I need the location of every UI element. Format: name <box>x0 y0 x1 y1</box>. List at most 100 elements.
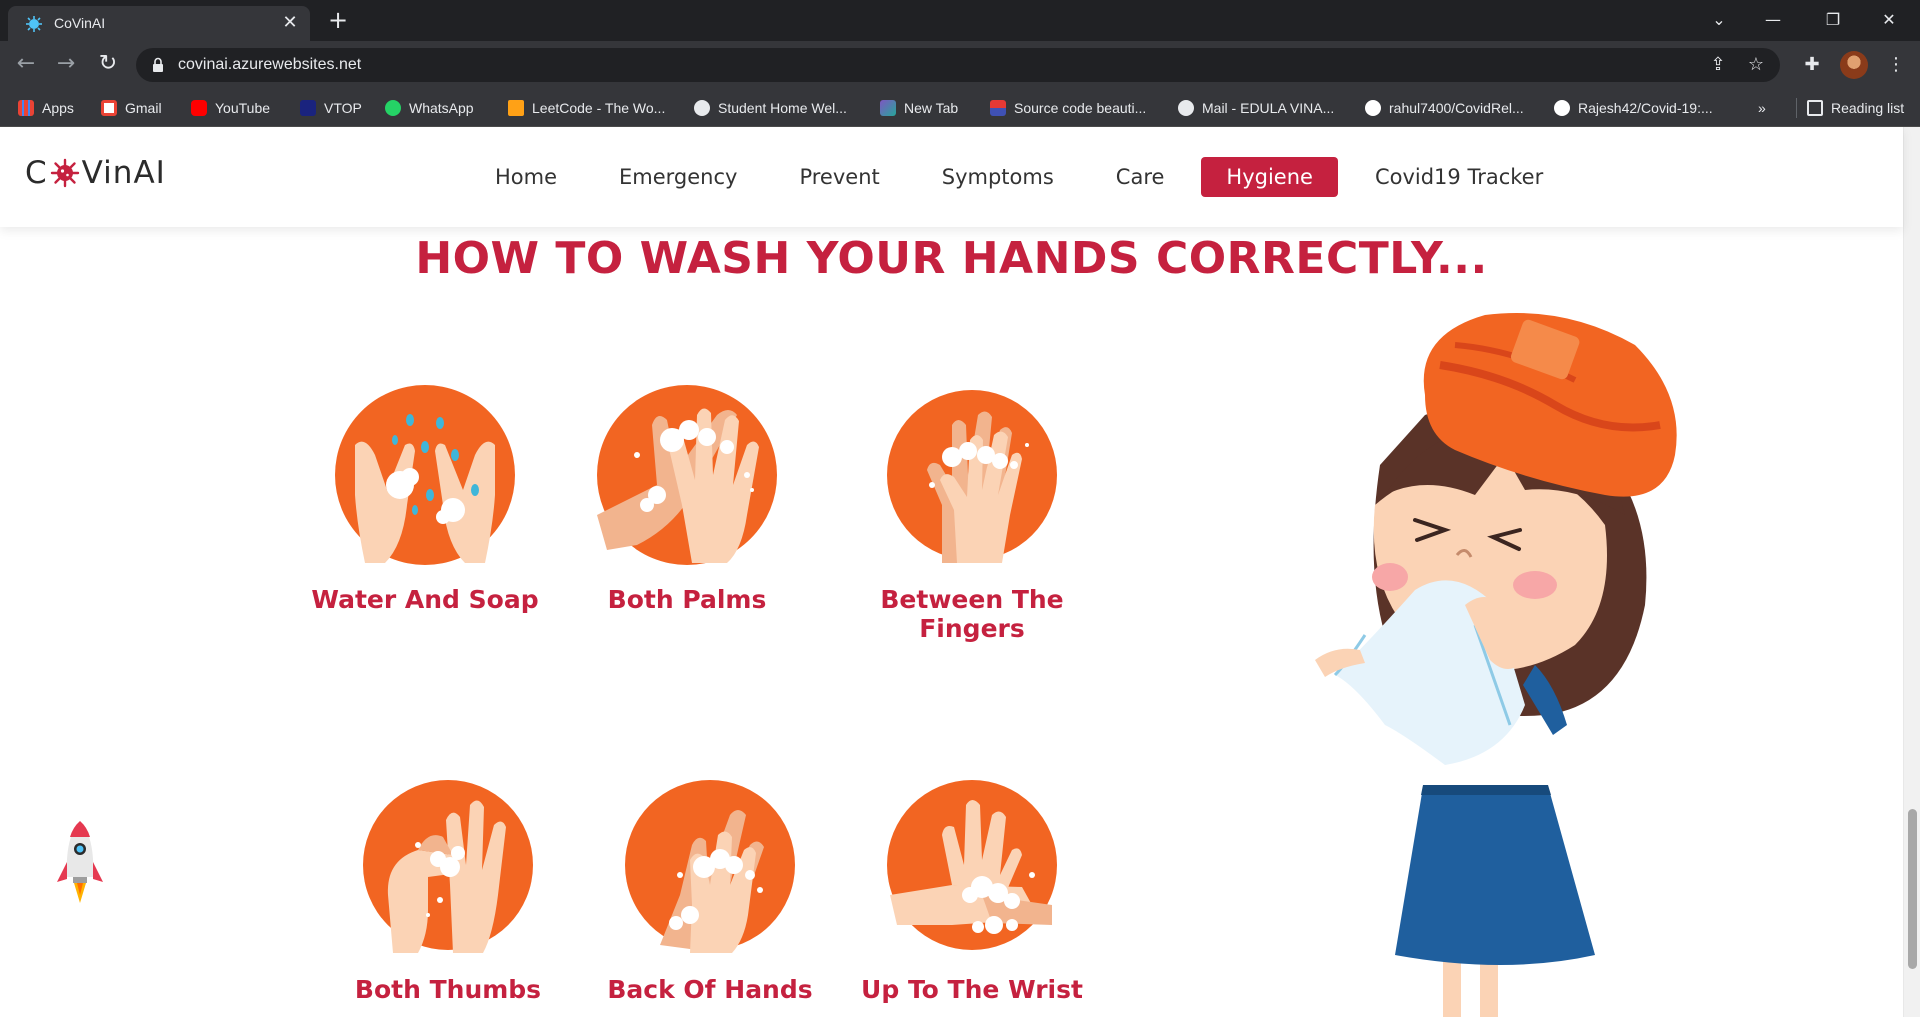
page-scrollbar[interactable] <box>1903 127 1920 1017</box>
bookmark-apps[interactable]: Apps <box>18 98 74 118</box>
bookmark-label: Source code beauti... <box>1014 100 1147 116</box>
tab-title: CoVinAI <box>54 15 106 31</box>
step-both-thumbs: Both Thumbs <box>318 775 578 1004</box>
bookmark-label: rahul7400/CovidRel... <box>1389 100 1524 116</box>
bookmarks-overflow-button[interactable]: » <box>1758 98 1766 118</box>
site-logo[interactable]: C VinAI <box>25 155 166 191</box>
page-headline: HOW TO WASH YOUR HANDS CORRECTLY... <box>415 233 1488 284</box>
browser-tab[interactable]: CoVinAI ✕ <box>8 6 310 41</box>
lock-icon <box>153 57 163 72</box>
nav-symptoms[interactable]: Symptoms <box>917 157 1079 197</box>
bookmark-new-tab[interactable]: New Tab <box>880 98 958 118</box>
forward-icon[interactable]: → <box>54 53 78 77</box>
whatsapp-icon <box>385 100 401 116</box>
back-icon[interactable]: ← <box>14 53 38 77</box>
bookmark-vtop[interactable]: VTOP <box>300 98 362 118</box>
bookmark-label: Rajesh42/Covid-19:... <box>1578 100 1713 116</box>
nav-covid19-tracker[interactable]: Covid19 Tracker <box>1350 157 1568 197</box>
step-label: Back Of Hands <box>607 975 813 1004</box>
nav-emergency[interactable]: Emergency <box>594 157 762 197</box>
both-thumbs-icon <box>363 780 533 953</box>
tab-close-icon[interactable]: ✕ <box>280 13 300 33</box>
nav-hygiene[interactable]: Hygiene <box>1201 157 1338 197</box>
bookmark-leetcode[interactable]: LeetCode - The Wo... <box>508 98 665 118</box>
step-label: Both Palms <box>607 585 767 614</box>
bookmark-label: VTOP <box>324 100 362 116</box>
address-bar[interactable]: covinai.azurewebsites.net ⇪ ☆ <box>136 48 1780 82</box>
bookmark-label: LeetCode - The Wo... <box>532 100 666 116</box>
globe-icon <box>1178 100 1194 116</box>
step-label: Both Thumbs <box>354 975 542 1004</box>
bookmark-label: Apps <box>42 100 74 116</box>
page-viewport: C VinAI Home Emergency Prevent Symptoms … <box>0 127 1920 1017</box>
youtube-icon <box>191 100 207 116</box>
bookmark-mail-edula[interactable]: Mail - EDULA VINA... <box>1178 98 1334 118</box>
bookmark-rajesh42[interactable]: Rajesh42/Covid-19:... <box>1554 98 1713 118</box>
vtop-icon <box>300 100 316 116</box>
scrollbar-thumb[interactable] <box>1908 809 1917 969</box>
browser-tab-bar: CoVinAI ✕ + ⌄ — ❐ ✕ <box>0 0 1920 41</box>
bookmark-gmail[interactable]: Gmail <box>101 98 162 118</box>
bookmark-whatsapp[interactable]: WhatsApp <box>385 98 474 118</box>
nav-home[interactable]: Home <box>470 157 582 197</box>
leetcode-icon <box>508 100 524 116</box>
reload-icon[interactable]: ↻ <box>96 53 120 77</box>
reading-list-label: Reading list <box>1831 100 1905 116</box>
bookmark-label: WhatsApp <box>409 100 474 116</box>
bookmark-label: Gmail <box>125 100 162 116</box>
gmail-icon <box>101 100 117 116</box>
extensions-icon[interactable]: ✚ <box>1800 53 1824 77</box>
reading-list-icon <box>1807 100 1823 116</box>
browser-toolbar: ← → ↻ covinai.azurewebsites.net ⇪ ☆ ✚ ⋮ <box>0 41 1920 89</box>
bookmark-label: Mail - EDULA VINA... <box>1202 100 1335 116</box>
water-and-soap-icon <box>335 385 515 565</box>
step-label: Water And Soap <box>311 585 539 614</box>
step-back-of-hands: Back Of Hands <box>580 775 840 1004</box>
between-fingers-icon <box>887 390 1057 563</box>
nav-prevent[interactable]: Prevent <box>774 157 904 197</box>
source-code-icon <box>990 100 1006 116</box>
step-both-palms: Both Palms <box>557 385 817 614</box>
step-label: Between The Fingers <box>880 585 1064 643</box>
step-between-the-fingers: Between The Fingers <box>842 385 1102 643</box>
covinai-favicon-icon <box>26 16 42 32</box>
virus-logo-icon <box>50 158 79 188</box>
tab-search-button[interactable]: ⌄ <box>1696 0 1742 41</box>
sneezing-girl-illustration <box>1315 313 1677 1017</box>
both-palms-icon <box>597 385 777 565</box>
profile-avatar[interactable] <box>1840 51 1868 79</box>
close-window-button[interactable]: ✕ <box>1866 0 1912 41</box>
restore-button[interactable]: ❐ <box>1810 0 1856 41</box>
bookmark-rahul7400[interactable]: rahul7400/CovidRel... <box>1365 98 1524 118</box>
new-tab-button[interactable]: + <box>326 8 350 32</box>
step-label: Up To The Wrist <box>861 975 1083 1004</box>
bookmark-label: New Tab <box>904 100 959 116</box>
back-to-top-rocket-icon[interactable] <box>55 817 105 913</box>
apps-grid-icon <box>18 100 34 116</box>
logo-text-prefix: C <box>25 155 48 191</box>
minimize-button[interactable]: — <box>1750 0 1796 41</box>
github-icon <box>1554 100 1570 116</box>
step-up-to-the-wrist: Up To The Wrist <box>842 775 1102 1004</box>
bookmark-source-code[interactable]: Source code beauti... <box>990 98 1146 118</box>
menu-kebab-icon[interactable]: ⋮ <box>1884 53 1908 77</box>
site-header: C VinAI Home Emergency Prevent Symptoms … <box>0 127 1903 227</box>
bookmark-label: YouTube <box>215 100 271 116</box>
step-water-and-soap: Water And Soap <box>295 385 555 614</box>
share-icon[interactable]: ⇪ <box>1708 55 1728 75</box>
globe-icon <box>694 100 710 116</box>
main-nav: Home Emergency Prevent Symptoms Care Hyg… <box>470 157 1580 197</box>
bookmark-star-icon[interactable]: ☆ <box>1746 55 1766 75</box>
github-icon <box>1365 100 1381 116</box>
back-of-hands-icon <box>625 780 795 953</box>
bookmark-student-home[interactable]: Student Home Wel... <box>694 98 847 118</box>
bookmarks-bar: Apps Gmail YouTube VTOP WhatsApp LeetCod… <box>0 89 1920 127</box>
reading-list-button[interactable]: Reading list <box>1796 98 1904 118</box>
nav-care[interactable]: Care <box>1091 157 1190 197</box>
bookmark-youtube[interactable]: YouTube <box>191 98 270 118</box>
bookmark-label: Student Home Wel... <box>718 100 847 116</box>
new-tab-icon <box>880 100 896 116</box>
url-text[interactable]: covinai.azurewebsites.net <box>178 56 361 74</box>
up-to-wrist-icon <box>887 780 1057 950</box>
logo-text-suffix: VinAI <box>81 155 166 191</box>
